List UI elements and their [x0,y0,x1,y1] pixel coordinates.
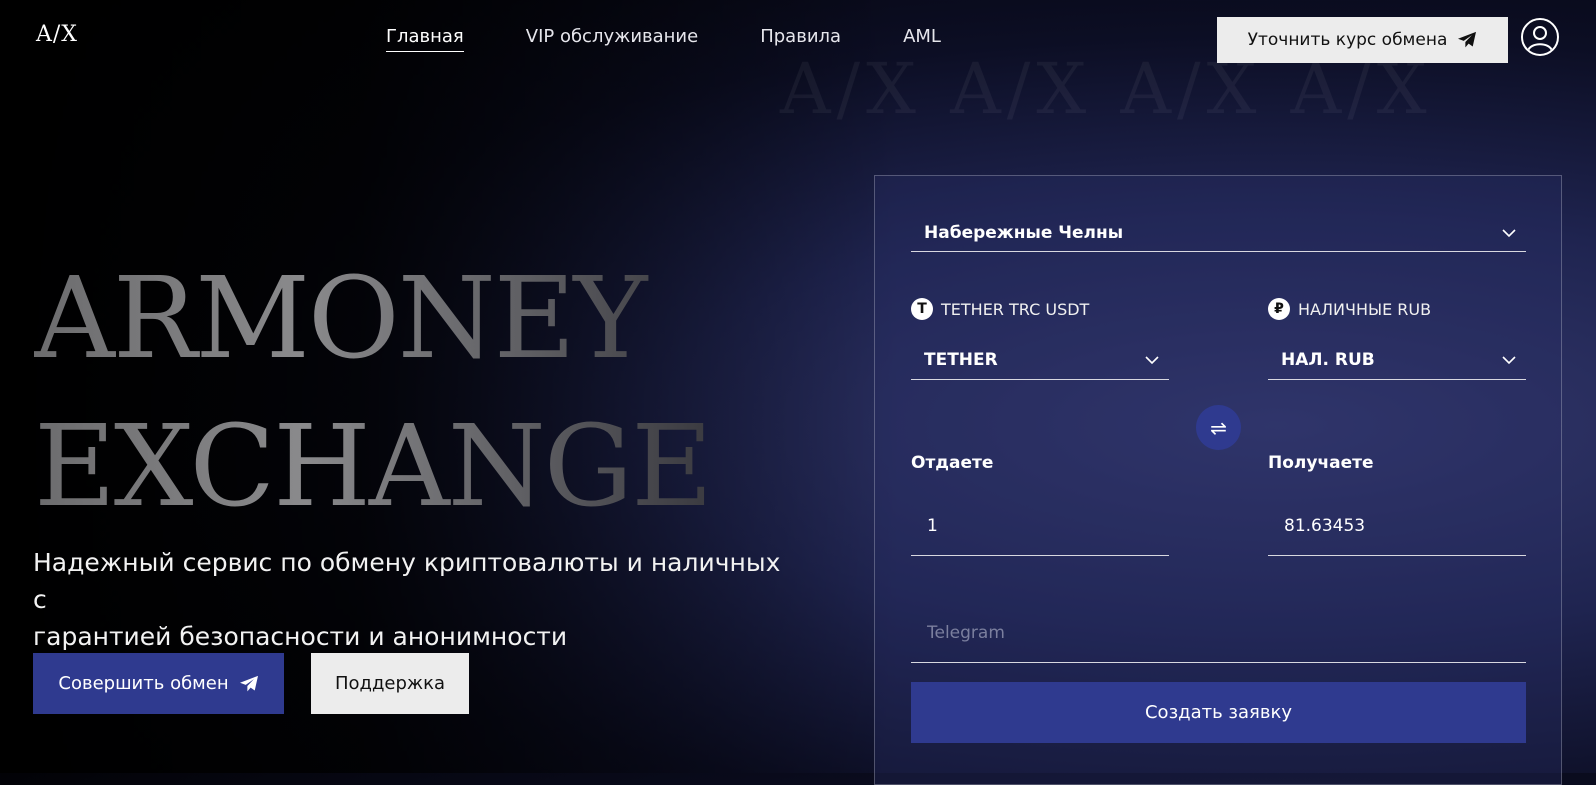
chevron-down-icon [1145,355,1159,364]
telegram-input[interactable] [911,603,1526,663]
create-request-button[interactable]: Создать заявку [911,682,1526,743]
give-amount-input[interactable] [911,496,1169,556]
get-amount-label: Получаете [1268,453,1374,473]
support-button[interactable]: Поддержка [311,653,469,714]
city-select-value: Набережные Челны [924,222,1124,243]
get-amount-input[interactable] [1268,496,1526,556]
check-rate-button[interactable]: Уточнить курс обмена [1217,17,1508,63]
logo[interactable]: A/X [36,22,78,47]
hero-title-line1: ARMONEY [34,254,646,384]
swap-currencies-button[interactable]: ⇌ [1196,405,1241,450]
hero-tagline-line2: гарантией безопасности и анонимности [33,622,568,651]
main-nav: Главная VIP обслуживание Правила AML [386,26,1003,52]
get-currency-select[interactable]: НАЛ. RUB [1268,340,1526,380]
hero-title: ARMONEY EXCHANGE [34,245,711,541]
hero-tagline-line1: Надежный сервис по обмену криптовалюты и… [33,548,781,614]
give-currency-label-text: TETHER TRC USDT [941,299,1090,319]
get-currency-select-value: НАЛ. RUB [1281,349,1375,370]
give-currency-select[interactable]: TETHER [911,340,1169,380]
ruble-icon: ₽ [1268,298,1290,320]
city-select[interactable]: Набережные Челны [911,214,1526,252]
hero-tagline: Надежный сервис по обмену криптовалюты и… [33,544,793,655]
give-currency-select-value: TETHER [924,349,998,370]
nav-item-vip[interactable]: VIP обслуживание [526,26,698,52]
hero-title-line2: EXCHANGE [34,402,711,532]
chevron-down-icon [1502,355,1516,364]
nav-item-aml[interactable]: AML [903,26,941,52]
nav-item-home[interactable]: Главная [386,26,464,52]
give-amount-label: Отдаете [911,453,994,473]
make-exchange-label: Совершить обмен [58,673,229,694]
get-currency-label-text: НАЛИЧНЫЕ RUB [1298,299,1432,319]
get-currency-label: ₽ НАЛИЧНЫЕ RUB [1268,298,1431,320]
chevron-down-icon [1502,228,1516,237]
make-exchange-button[interactable]: Совершить обмен [33,653,284,714]
tether-icon: T [911,298,933,320]
telegram-icon [239,675,258,691]
nav-item-rules[interactable]: Правила [760,26,841,52]
user-avatar-icon[interactable] [1521,18,1559,56]
check-rate-label: Уточнить курс обмена [1247,30,1448,50]
swap-icon: ⇌ [1210,415,1227,440]
telegram-icon [1458,31,1477,48]
give-currency-label: T TETHER TRC USDT [911,298,1089,320]
